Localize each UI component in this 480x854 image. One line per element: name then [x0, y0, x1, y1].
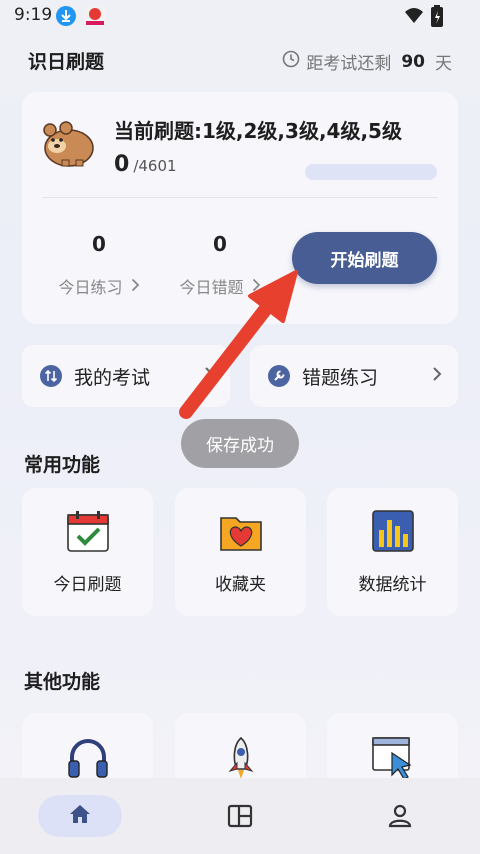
- today-practice-tile[interactable]: 今日刷题: [22, 488, 153, 616]
- nav-profile-tab[interactable]: [388, 804, 412, 832]
- today-practice-stat[interactable]: 0 今日练习: [44, 232, 154, 298]
- battery-icon: [431, 5, 443, 31]
- today-wrong-count: 0: [213, 232, 227, 256]
- chevron-right-icon: [204, 366, 214, 386]
- status-time: 9:19: [14, 5, 53, 25]
- countdown-prefix: 距考试还剩: [306, 54, 392, 74]
- today-practice-tile-label: 今日刷题: [53, 575, 122, 595]
- clock-icon: [282, 50, 300, 73]
- layout-icon: [227, 804, 253, 832]
- progress-done: 0: [114, 152, 130, 177]
- start-practice-button[interactable]: 开始刷题: [292, 232, 437, 284]
- swap-icon: [40, 365, 62, 387]
- today-wrong-stat[interactable]: 0 今日错题: [165, 232, 275, 298]
- common-functions-title: 常用功能: [24, 454, 101, 476]
- app-notification-icon: [84, 6, 106, 26]
- home-icon: [68, 803, 92, 829]
- other-functions-title: 其他功能: [24, 671, 101, 693]
- bar-chart-icon: [370, 508, 416, 558]
- chevron-right-icon: [252, 277, 261, 296]
- exam-countdown: 距考试还剩 90 天: [282, 49, 452, 74]
- download-icon: [56, 6, 76, 26]
- wrong-practice-button[interactable]: 错题练习: [250, 345, 458, 407]
- current-subjects: 当前刷题:1级,2级,3级,4级,5级: [114, 119, 402, 143]
- progress-count: 0 /4601: [114, 152, 177, 177]
- nav-layout-tab[interactable]: [227, 804, 253, 832]
- rocket-icon: [218, 735, 264, 783]
- page-title: 识日刷题: [28, 51, 105, 73]
- headphones-icon: [65, 735, 111, 783]
- statistics-tile-label: 数据统计: [358, 575, 427, 595]
- countdown-days: 90: [401, 51, 425, 72]
- heart-folder-icon: [218, 508, 264, 558]
- wrench-icon: [268, 365, 290, 387]
- chevron-right-icon: [432, 366, 442, 386]
- favorites-tile-label: 收藏夹: [215, 575, 266, 595]
- bottom-nav: [0, 778, 480, 854]
- calendar-check-icon: [65, 508, 111, 558]
- statistics-tile[interactable]: 数据统计: [327, 488, 458, 616]
- progress-total: /4601: [133, 157, 177, 175]
- today-wrong-label: 今日错题: [179, 278, 244, 297]
- practice-card: 当前刷题:1级,2级,3级,4级,5级 0 /4601 0 今日练习 0 今日错…: [22, 92, 458, 324]
- my-exam-label: 我的考试: [74, 366, 151, 389]
- nav-home-tab[interactable]: [38, 795, 122, 837]
- toast-message: 保存成功: [181, 419, 299, 468]
- bear-avatar-icon: [42, 120, 96, 172]
- chevron-right-icon: [131, 277, 140, 296]
- favorites-tile[interactable]: 收藏夹: [175, 488, 306, 616]
- settings-tile[interactable]: [327, 713, 458, 783]
- wrong-practice-label: 错题练习: [302, 366, 379, 389]
- my-exam-button[interactable]: 我的考试: [22, 345, 230, 407]
- today-practice-label: 今日练习: [58, 278, 123, 297]
- user-icon: [388, 804, 412, 832]
- audio-tile[interactable]: [22, 713, 153, 783]
- wifi-icon: [404, 6, 424, 28]
- cursor-window-icon: [370, 735, 416, 783]
- today-practice-count: 0: [92, 232, 106, 256]
- status-bar: 9:19: [0, 0, 480, 32]
- countdown-suffix: 天: [435, 54, 452, 74]
- divider: [42, 197, 438, 198]
- boost-tile[interactable]: [175, 713, 306, 783]
- progress-bar: [305, 164, 437, 180]
